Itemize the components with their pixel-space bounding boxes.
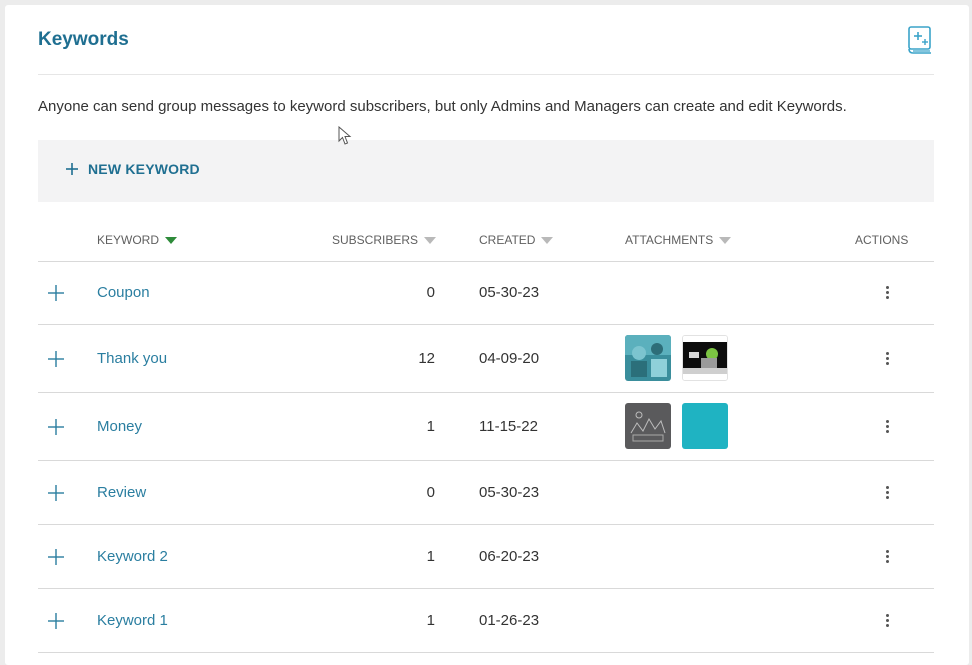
more-vertical-icon[interactable] [883, 548, 891, 566]
expand-plus-icon[interactable] [48, 285, 64, 301]
new-keyword-button[interactable]: NEW KEYWORD [66, 161, 200, 177]
sort-icon [424, 236, 437, 244]
new-keyword-label: NEW KEYWORD [88, 161, 200, 177]
expand-plus-icon[interactable] [48, 351, 64, 367]
more-vertical-icon[interactable] [883, 484, 891, 502]
table-row: Keyword 1 1 01-26-23 [38, 589, 934, 653]
created-date: 06-20-23 [479, 548, 540, 565]
created-date: 05-30-23 [479, 284, 540, 301]
column-label: ATTACHMENTS [625, 233, 714, 247]
column-label: SUBSCRIBERS [332, 233, 419, 247]
created-date: 04-09-20 [479, 350, 540, 367]
mouse-pointer-icon [338, 125, 352, 151]
book-plus-icon[interactable] [906, 25, 934, 55]
sort-icon [541, 236, 554, 244]
keyword-link[interactable]: Coupon [97, 284, 150, 301]
keywords-card: Keywords Anyone can send group messages … [5, 5, 969, 665]
keyword-link[interactable]: Thank you [97, 350, 167, 367]
subscriber-count: 1 [426, 612, 435, 629]
table-row: Thank you 12 04-09-20 [38, 325, 934, 393]
plus-icon [66, 163, 78, 175]
expand-plus-icon[interactable] [48, 485, 64, 501]
expand-plus-icon[interactable] [48, 419, 64, 435]
column-header-actions: ACTIONS [855, 233, 908, 247]
keyword-link[interactable]: Money [97, 418, 142, 435]
attachment-thumbnail[interactable] [682, 335, 728, 381]
table-row: Coupon 0 05-30-23 [38, 262, 934, 325]
column-header-created[interactable]: CREATED [479, 233, 554, 247]
subscriber-count: 0 [426, 484, 435, 501]
sort-desc-icon [165, 236, 178, 244]
column-header-keyword[interactable]: KEYWORD [97, 233, 178, 247]
attachments-list [625, 335, 728, 381]
keywords-table: KEYWORD SUBSCRIBERS CREATED ATTACHMENTS … [38, 223, 934, 653]
subscriber-count: 12 [418, 350, 435, 367]
column-label: ACTIONS [855, 233, 909, 247]
more-vertical-icon[interactable] [883, 612, 891, 630]
more-vertical-icon[interactable] [883, 284, 891, 302]
keyword-toolbar: NEW KEYWORD [38, 140, 934, 202]
column-label: CREATED [479, 233, 536, 247]
created-date: 05-30-23 [479, 484, 540, 501]
page-title: Keywords [38, 29, 129, 50]
expand-plus-icon[interactable] [48, 549, 64, 565]
permissions-description: Anyone can send group messages to keywor… [38, 98, 847, 115]
sort-icon [719, 236, 732, 244]
more-vertical-icon[interactable] [883, 350, 891, 368]
more-vertical-icon[interactable] [883, 418, 891, 436]
attachment-thumbnail[interactable] [625, 335, 671, 381]
table-row: Keyword 2 1 06-20-23 [38, 525, 934, 589]
expand-plus-icon[interactable] [48, 613, 64, 629]
card-header: Keywords [38, 5, 934, 75]
created-date: 11-15-22 [479, 418, 538, 435]
subscriber-count: 0 [426, 284, 435, 301]
table-row: Money 1 11-15-22 [38, 393, 934, 461]
table-row: Review 0 05-30-23 [38, 461, 934, 525]
column-label: KEYWORD [97, 233, 160, 247]
created-date: 01-26-23 [479, 612, 540, 629]
attachments-list [625, 403, 728, 449]
attachment-thumbnail[interactable] [682, 403, 728, 449]
keyword-link[interactable]: Keyword 2 [97, 548, 168, 565]
keyword-link[interactable]: Review [97, 484, 146, 501]
subscriber-count: 1 [426, 548, 435, 565]
attachment-thumbnail[interactable] [625, 403, 671, 449]
column-header-attachments[interactable]: ATTACHMENTS [625, 233, 732, 247]
subscriber-count: 1 [426, 418, 435, 435]
keyword-link[interactable]: Keyword 1 [97, 612, 168, 629]
column-header-subscribers[interactable]: SUBSCRIBERS [332, 233, 437, 247]
table-header: KEYWORD SUBSCRIBERS CREATED ATTACHMENTS … [38, 223, 934, 262]
